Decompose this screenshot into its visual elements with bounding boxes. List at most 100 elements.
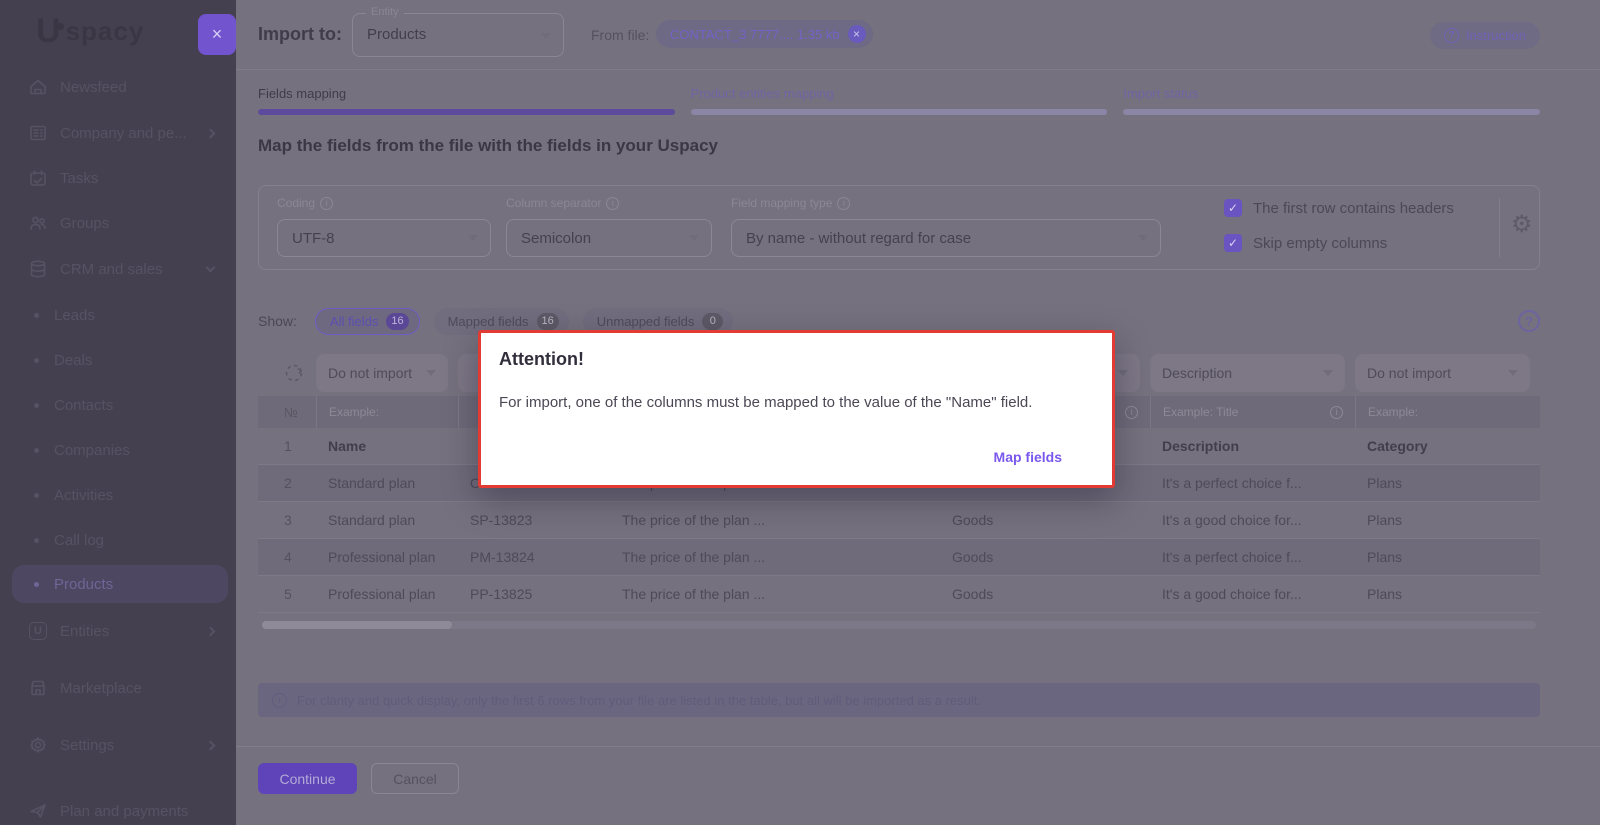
filter-all-fields[interactable]: All fields 16 [315, 308, 420, 335]
cell: It's a good choice for... [1150, 512, 1355, 528]
sidebar-item-groups[interactable]: Groups [12, 204, 228, 242]
cell: Category [1355, 438, 1540, 454]
sidebar-item-label: Settings [60, 737, 114, 754]
sidebar-item-label: Tasks [60, 170, 98, 187]
sidebar-item-company[interactable]: Company and pe... [12, 114, 228, 152]
filter-label: Mapped fields [448, 314, 529, 329]
example-cell: Example: Titlei [1150, 396, 1355, 428]
chevron-down-icon [1138, 235, 1148, 241]
sidebar-item-activities[interactable]: Activities [12, 476, 228, 514]
sidebar-item-plan-and-payments[interactable]: Plan and payments [12, 792, 228, 825]
cancel-button[interactable]: Cancel [371, 763, 459, 794]
sidebar-item-label: Plan and payments [60, 803, 188, 820]
sidebar-item-crm[interactable]: CRM and sales [12, 250, 228, 288]
cell: Professional plan [316, 586, 458, 602]
coding-value: UTF-8 [292, 230, 335, 247]
sidebar-item-label: CRM and sales [60, 261, 163, 278]
sidebar-item-companies[interactable]: Companies [12, 431, 228, 469]
instruction-label: Instruction [1466, 28, 1526, 43]
file-chip-text: CONTACT_3 7777.... 1.35 kb [670, 27, 840, 42]
column-mapping-select-6[interactable]: Do not import [1355, 354, 1530, 392]
entity-select-label: Entity [366, 6, 404, 18]
sidebar-item-newsfeed[interactable]: Newsfeed [12, 68, 228, 106]
coding-field: Codingi UTF-8 [277, 196, 491, 257]
bullet-icon [34, 448, 39, 453]
from-file-label: From file: [591, 27, 649, 43]
mapping-select-value: Description [1162, 365, 1232, 381]
step-fields-mapping[interactable]: Fields mapping [258, 86, 675, 115]
attention-dialog: Attention! For import, one of the column… [478, 330, 1115, 488]
help-icon[interactable]: ? [1518, 310, 1540, 332]
cell: It's a perfect choice f... [1150, 549, 1355, 565]
sidebar-item-tasks[interactable]: Tasks [12, 159, 228, 197]
remove-file-button[interactable]: × [848, 25, 866, 43]
mapping-type-value: By name - without regard for case [746, 230, 971, 247]
chevron-down-icon [689, 235, 699, 241]
advanced-settings-gear-icon[interactable]: ⚙ [1511, 212, 1533, 236]
cell: The price of the plan ... [610, 586, 940, 602]
divider [1499, 198, 1500, 257]
info-icon: i [1330, 406, 1343, 419]
sidebar-item-leads[interactable]: Leads [12, 296, 228, 334]
import-steps: Fields mapping Product entities mapping … [258, 86, 1540, 115]
auto-mapping-icon[interactable] [272, 362, 316, 384]
cell: Goods [940, 586, 1150, 602]
sidebar-item-marketplace[interactable]: Marketplace [12, 669, 228, 707]
sidebar-item-call-log[interactable]: Call log [12, 521, 228, 559]
cell: Standard plan [316, 475, 458, 491]
sidebar-item-settings[interactable]: Settings [12, 726, 228, 764]
filter-label: Unmapped fields [597, 314, 695, 329]
info-icon: i [837, 197, 850, 210]
storefront-icon [28, 678, 48, 698]
sidebar-item-label: Deals [54, 352, 92, 369]
scrollbar-thumb[interactable] [262, 621, 452, 629]
cell: Plans [1355, 586, 1540, 602]
step-label: Fields mapping [258, 86, 675, 101]
uploaded-file-chip[interactable]: CONTACT_3 7777.... 1.35 kb × [656, 20, 873, 48]
skip-empty-columns-checkbox[interactable]: ✓ Skip empty columns [1224, 234, 1387, 252]
row-number: 1 [272, 438, 316, 454]
people-icon [28, 213, 48, 233]
cell: Plans [1355, 549, 1540, 565]
column-mapping-select-1[interactable]: Do not import [316, 354, 448, 392]
mapping-type-field: Field mapping type i By name - without re… [731, 196, 1161, 257]
cell: Professional plan [316, 549, 458, 565]
column-mapping-select-5[interactable]: Description [1150, 354, 1345, 392]
continue-button[interactable]: Continue [258, 763, 357, 794]
step-label: Product entities mapping [691, 86, 1108, 101]
mapping-type-select[interactable]: By name - without regard for case [731, 219, 1161, 257]
bullet-icon [34, 313, 39, 318]
step-product-entities-mapping[interactable]: Product entities mapping [691, 86, 1108, 115]
sidebar-item-entities[interactable]: U Entities [12, 612, 228, 650]
sidebar-item-label: Activities [54, 487, 113, 504]
sidebar-item-deals[interactable]: Deals [12, 341, 228, 379]
dialog-title: Attention! [499, 349, 584, 370]
mapping-select-value: Do not import [328, 365, 412, 381]
chevron-down-icon [426, 370, 436, 376]
uspacy-logo: U spacy [36, 16, 144, 46]
cell: Goods [940, 549, 1150, 565]
horizontal-scrollbar [262, 621, 1536, 629]
mapping-type-label: Field mapping type [731, 196, 832, 210]
step-progress-bar [691, 109, 1108, 115]
example-text: Example: [329, 405, 379, 419]
map-fields-button[interactable]: Map fields [994, 449, 1062, 465]
org-chart-icon [28, 123, 48, 143]
first-row-headers-checkbox[interactable]: ✓ The first row contains headers [1224, 199, 1454, 217]
bullet-icon [34, 493, 39, 498]
cell: It's a good choice for... [1150, 586, 1355, 602]
checkbox-label: Skip empty columns [1253, 235, 1387, 252]
step-import-status[interactable]: Import status [1123, 86, 1540, 115]
entity-select[interactable]: Entity Products [352, 13, 564, 57]
close-icon: × [212, 24, 223, 45]
gear-icon [28, 735, 48, 755]
sidebar-item-products[interactable]: Products [12, 565, 228, 603]
database-icon [28, 259, 48, 279]
cell: Description [1150, 438, 1355, 454]
separator-select[interactable]: Semicolon [506, 219, 712, 257]
coding-select[interactable]: UTF-8 [277, 219, 491, 257]
sidebar-item-contacts[interactable]: Contacts [12, 386, 228, 424]
instruction-button[interactable]: ? Instruction [1430, 22, 1540, 49]
sidebar-collapse-button[interactable]: × [198, 14, 236, 55]
dialog-message: For import, one of the columns must be m… [499, 394, 1094, 411]
